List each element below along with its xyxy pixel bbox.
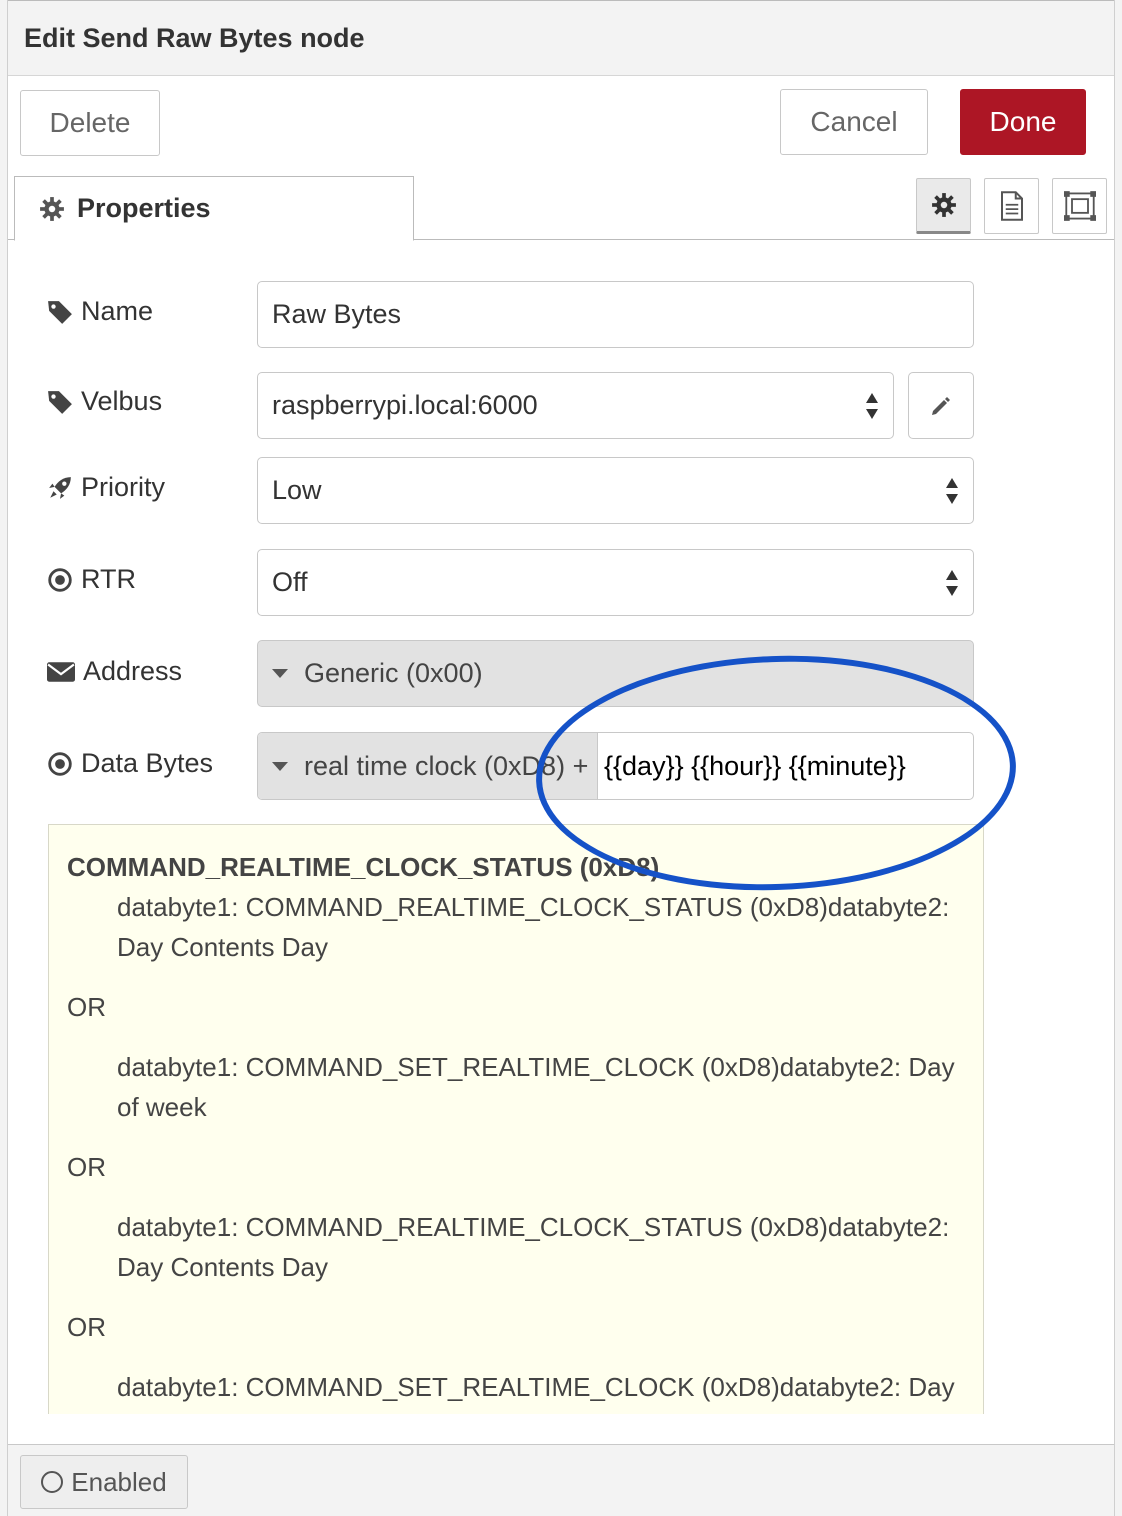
document-icon [1000, 191, 1023, 221]
data-bytes-label-text: Data Bytes [81, 748, 214, 778]
help-entry: databyte1: COMMAND_SET_REALTIME_CLOCK (0… [117, 1372, 955, 1414]
cancel-button[interactable]: Cancel [780, 89, 928, 155]
dialog-footer: Enabled [8, 1444, 1114, 1516]
rtr-label: RTR [47, 564, 136, 595]
help-separator: OR [67, 1152, 106, 1182]
tab-properties[interactable]: Properties [14, 176, 414, 241]
address-label-text: Address [83, 656, 183, 686]
description-tab-button[interactable] [984, 178, 1039, 234]
select-arrows-icon [946, 478, 958, 504]
tab-properties-label: Properties [77, 193, 211, 223]
gear-icon [40, 196, 64, 221]
circle-icon [41, 1471, 64, 1493]
name-input-value: Raw Bytes [272, 299, 402, 329]
right-edge [1114, 0, 1122, 1516]
data-bytes-label: Data Bytes [47, 748, 213, 779]
envelope-icon [47, 661, 75, 682]
dot-circle-icon [48, 751, 72, 776]
pencil-icon [932, 396, 950, 415]
caret-down-icon [272, 669, 288, 678]
edit-node-dialog: Edit Send Raw Bytes node Delete Cancel D… [0, 0, 1122, 1516]
help-heading: COMMAND_REALTIME_CLOCK_STATUS (0xD8) [67, 852, 660, 882]
priority-label-text: Priority [81, 472, 166, 502]
name-label: Name [47, 296, 153, 327]
priority-label: Priority [47, 472, 165, 503]
gear-icon [931, 193, 956, 217]
velbus-label: Velbus [47, 386, 162, 417]
help-separator: OR [67, 1312, 106, 1342]
rtr-label-text: RTR [81, 564, 137, 594]
tag-icon [48, 300, 72, 324]
address-label: Address [47, 656, 182, 687]
frame-icon [1063, 191, 1096, 221]
velbus-select-value: raspberrypi.local:6000 [272, 390, 538, 420]
select-arrows-icon [946, 570, 958, 596]
priority-select-value: Low [272, 475, 322, 505]
left-edge [0, 0, 8, 1516]
dialog-title: Edit Send Raw Bytes node [24, 23, 365, 53]
velbus-label-text: Velbus [81, 386, 163, 416]
tag-icon [48, 390, 72, 414]
delete-button[interactable]: Delete [20, 90, 160, 156]
settings-tab-button[interactable] [916, 178, 971, 234]
select-arrows-icon [866, 393, 878, 419]
done-button[interactable]: Done [960, 89, 1086, 155]
enabled-toggle-button[interactable]: Enabled [20, 1455, 188, 1509]
tab-bar: Properties [8, 172, 1114, 241]
velbus-select[interactable]: raspberrypi.local:6000 [257, 372, 894, 439]
help-entry: databyte1: COMMAND_REALTIME_CLOCK_STATUS… [117, 892, 950, 962]
dot-circle-icon [48, 567, 72, 592]
enabled-label: Enabled [71, 1466, 167, 1497]
address-select-value: Generic (0x00) [304, 658, 483, 688]
dialog-titlebar: Edit Send Raw Bytes node [8, 0, 1114, 76]
priority-select[interactable]: Low [257, 457, 974, 524]
help-entry: databyte1: COMMAND_SET_REALTIME_CLOCK (0… [117, 1052, 955, 1122]
name-input[interactable]: Raw Bytes [257, 281, 974, 348]
address-select[interactable]: Generic (0x00) [257, 640, 974, 707]
data-bytes-value-input[interactable]: {{day}} {{hour}} {{minute}} [604, 733, 906, 799]
help-entry: databyte1: COMMAND_REALTIME_CLOCK_STATUS… [117, 1212, 950, 1282]
rtr-select-value: Off [272, 567, 308, 597]
data-bytes-value: {{day}} {{hour}} {{minute}} [604, 750, 906, 781]
caret-down-icon [272, 761, 288, 771]
help-separator: OR [67, 992, 106, 1022]
rtr-select[interactable]: Off [257, 549, 974, 616]
appearance-tab-button[interactable] [1052, 178, 1107, 234]
help-panel: COMMAND_REALTIME_CLOCK_STATUS (0xD8) dat… [48, 824, 984, 1414]
rocket-icon [49, 476, 71, 499]
name-label-text: Name [81, 296, 154, 326]
data-bytes-typed-input: real time clock (0xD8) + {{day}} {{hour}… [257, 732, 974, 800]
data-bytes-type-select[interactable]: real time clock (0xD8) + [258, 733, 598, 799]
data-bytes-type-value: real time clock (0xD8) + [304, 750, 589, 781]
edit-velbus-button[interactable] [908, 372, 974, 439]
